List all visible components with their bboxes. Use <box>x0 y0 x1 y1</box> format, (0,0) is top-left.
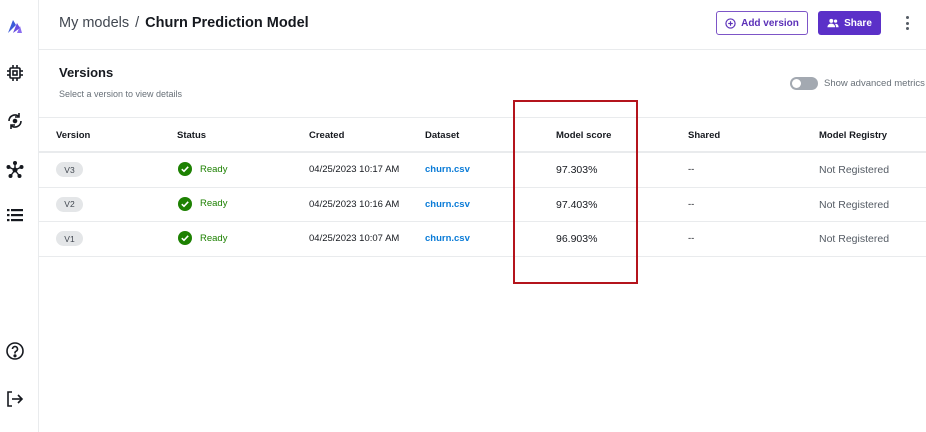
add-version-button[interactable]: Add version <box>716 11 808 35</box>
canvas-logo-icon[interactable] <box>5 16 25 36</box>
plus-circle-icon <box>725 17 736 29</box>
advanced-metrics-label: Show advanced metrics <box>824 78 925 89</box>
versions-title: Versions <box>59 65 114 80</box>
breadcrumb-separator: / <box>135 15 140 31</box>
shared-cell: -- <box>688 198 695 210</box>
dataset-link[interactable]: churn.csv <box>425 199 470 210</box>
status-cell: Ready <box>178 162 227 176</box>
version-badge: V1 <box>56 231 83 246</box>
advanced-metrics-toggle[interactable] <box>790 77 818 90</box>
check-circle-icon <box>178 162 192 176</box>
list-icon[interactable] <box>5 205 25 225</box>
status-cell: Ready <box>178 231 227 245</box>
table-row[interactable]: V2 Ready 04/25/2023 10:16 AM churn.csv 9… <box>39 188 926 222</box>
dataset-link[interactable]: churn.csv <box>425 233 470 244</box>
created-cell: 04/25/2023 10:07 AM <box>309 233 400 244</box>
status-text: Ready <box>200 198 228 209</box>
col-created: Created <box>309 130 345 141</box>
check-circle-icon <box>178 231 192 245</box>
add-version-label: Add version <box>741 17 799 29</box>
table-row[interactable]: V1 Ready 04/25/2023 10:07 AM churn.csv 9… <box>39 222 926 257</box>
share-button[interactable]: Share <box>818 11 881 35</box>
col-dataset: Dataset <box>425 130 460 141</box>
share-label: Share <box>844 17 872 29</box>
data-refresh-icon[interactable] <box>5 111 25 131</box>
sidebar <box>0 0 39 432</box>
col-status: Status <box>177 130 207 141</box>
chip-icon[interactable] <box>5 63 25 83</box>
page-header: My models / Churn Prediction Model Add v… <box>39 0 926 50</box>
created-cell: 04/25/2023 10:17 AM <box>309 164 400 175</box>
page-title: Churn Prediction Model <box>145 15 309 31</box>
shared-cell: -- <box>688 233 695 244</box>
versions-table: Version Status Created Dataset Model sco… <box>39 117 926 257</box>
shared-cell: -- <box>688 164 695 175</box>
status-text: Ready <box>200 232 228 244</box>
registry-cell: Not Registered <box>819 198 890 211</box>
help-icon[interactable] <box>5 341 25 361</box>
dataset-link[interactable]: churn.csv <box>425 164 470 175</box>
version-badge: V3 <box>56 162 83 177</box>
users-icon <box>827 18 839 28</box>
version-badge: V2 <box>56 196 83 212</box>
col-model-registry: Model Registry <box>819 130 888 141</box>
table-header: Version Status Created Dataset Model sco… <box>39 117 926 153</box>
created-cell: 04/25/2023 10:16 AM <box>309 198 400 210</box>
breadcrumb: My models / Churn Prediction Model <box>59 15 309 31</box>
hub-icon[interactable] <box>5 160 25 180</box>
registry-cell: Not Registered <box>819 164 890 176</box>
versions-subtitle: Select a version to view details <box>59 89 183 99</box>
col-shared: Shared <box>688 130 721 141</box>
col-version: Version <box>56 130 91 141</box>
more-options-icon[interactable] <box>901 14 913 32</box>
registry-cell: Not Registered <box>819 233 890 245</box>
table-row[interactable]: V3 Ready 04/25/2023 10:17 AM churn.csv 9… <box>39 153 926 188</box>
toggle-knob <box>792 79 801 88</box>
check-circle-icon <box>178 196 192 211</box>
status-text: Ready <box>200 163 228 175</box>
highlight-annotation-box <box>513 100 638 284</box>
status-cell: Ready <box>178 196 228 211</box>
breadcrumb-my-models[interactable]: My models <box>59 15 129 31</box>
logout-icon[interactable] <box>5 389 25 409</box>
